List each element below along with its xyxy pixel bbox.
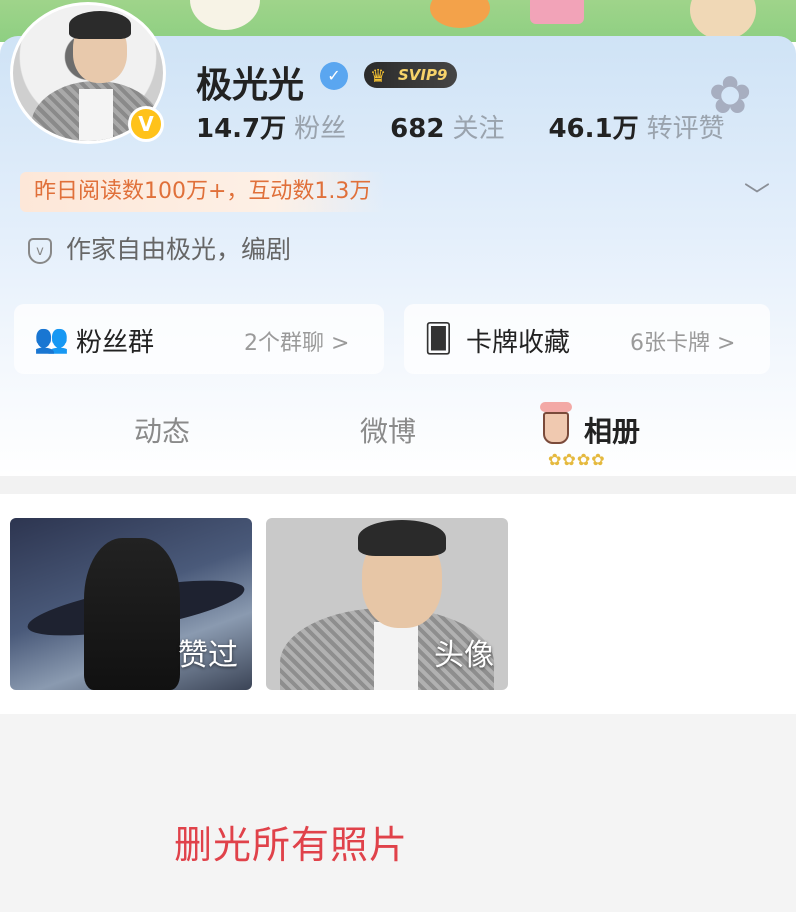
tab-weibo[interactable]: 微博	[360, 410, 416, 450]
stat-value: 682	[390, 114, 445, 144]
avatar-shirt	[79, 89, 113, 141]
stars-icon: ✿✿✿✿	[548, 450, 606, 469]
photo-figure	[84, 538, 180, 690]
fans-group-card[interactable]: 👥 粉丝群 2个群聊 >	[14, 304, 384, 374]
fans-group-sub: 2个群聊 >	[244, 331, 350, 356]
chevron-down-icon[interactable]: ﹀	[744, 176, 770, 213]
svip-label: SVIP9	[398, 66, 448, 84]
stat-value: 14.7万	[196, 114, 287, 144]
fans-group-title: 粉丝群	[76, 328, 155, 358]
stat-label: 粉丝	[294, 114, 347, 144]
photo-shirt	[374, 622, 418, 690]
banner-character	[430, 0, 490, 28]
crown-icon: ♛	[370, 66, 387, 87]
banner-character	[190, 0, 260, 30]
photo-hair	[358, 520, 446, 556]
svip-badge[interactable]: ♛ SVIP9	[364, 62, 458, 88]
stat-label: 关注	[452, 114, 505, 144]
stat-value: 46.1万	[548, 114, 639, 144]
card-collection-sub: 6张卡牌 >	[630, 331, 736, 356]
avatar-verified-badge: V	[128, 106, 164, 142]
reading-highlight: 昨日阅读数100万+，互动数1.3万	[20, 172, 386, 212]
bubble-tea-body	[543, 412, 569, 444]
profile-tabs: 动态 微博 相册	[0, 400, 796, 474]
overlay-caption: 删光所有照片	[174, 823, 409, 867]
album-photo-avatar[interactable]: 头像	[266, 518, 508, 690]
bubble-tea-lid	[540, 402, 572, 412]
photo-caption: 头像	[434, 638, 494, 673]
shield-icon: v	[28, 238, 52, 264]
album-photo-liked[interactable]: 赞过	[10, 518, 252, 690]
banner-bunny	[690, 0, 756, 40]
photo-caption: 赞过	[178, 638, 238, 673]
empty-area	[0, 714, 796, 912]
fans-group-icon: 👥	[34, 322, 69, 355]
bubble-tea-icon	[538, 402, 574, 446]
profile-bio: v 作家自由极光，编剧	[28, 230, 291, 266]
profile-name: 极光光	[196, 65, 305, 106]
album-grid: 赞过 头像	[0, 494, 796, 714]
stat-followers[interactable]: 14.7万 粉丝	[196, 114, 390, 144]
stat-likes[interactable]: 46.1万 转评赞	[548, 114, 724, 144]
card-collection-card[interactable]: 🂠 卡牌收藏 6张卡牌 >	[404, 304, 770, 374]
section-divider	[0, 476, 796, 494]
card-icon: 🂠	[424, 322, 453, 355]
flower-icon[interactable]: ✿	[700, 66, 760, 126]
card-collection-title: 卡牌收藏	[466, 328, 571, 358]
banner-gift	[530, 0, 584, 24]
verified-icon[interactable]: ✓	[320, 62, 348, 90]
tab-album[interactable]: 相册	[584, 410, 640, 450]
stat-following[interactable]: 682 关注	[390, 114, 548, 144]
profile-stats: 14.7万 粉丝 682 关注 46.1万 转评赞	[196, 108, 725, 145]
avatar-hair	[69, 11, 131, 39]
tab-activity[interactable]: 动态	[134, 410, 190, 450]
bio-text: 作家自由极光，编剧	[66, 235, 292, 264]
